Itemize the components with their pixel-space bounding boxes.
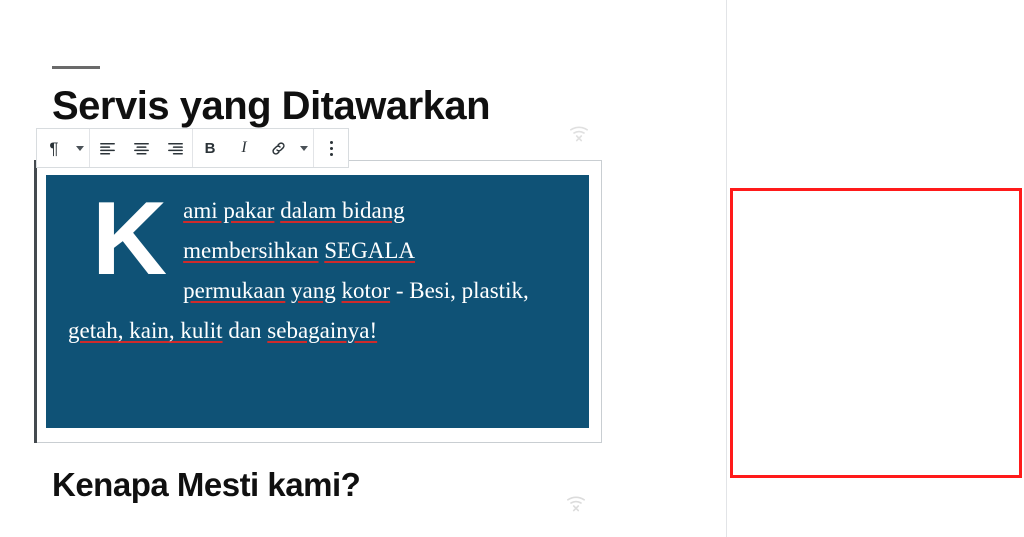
align-right-icon[interactable] — [158, 129, 192, 167]
block-text-seg-6: yang — [291, 278, 336, 304]
block-text-seg-10: dan — [228, 318, 262, 344]
italic-button[interactable]: I — [227, 129, 261, 167]
heading-divider-rule — [52, 66, 100, 69]
more-vertical-icon[interactable] — [314, 129, 348, 167]
chevron-down-icon[interactable] — [71, 129, 89, 167]
block-text-seg-11: sebagainya! — [267, 318, 378, 344]
block-text-seg-5: permukaan — [183, 278, 286, 304]
align-center-icon[interactable] — [124, 129, 158, 167]
block-text-seg-8: - Besi, plastik, — [395, 278, 529, 304]
toolbar-group-more — [314, 129, 348, 167]
block-text-seg-3: membersihkan — [183, 238, 319, 264]
block-format-toolbar[interactable]: ¶ B I — [36, 128, 349, 168]
block-text-seg-2: dalam bidang — [280, 198, 405, 223]
paragraph-block[interactable]: Kami pakar dalam bidang membersihkan SEG… — [46, 175, 589, 428]
wifi-off-icon-heading-2 — [565, 493, 587, 513]
pilcrow-icon[interactable]: ¶ — [37, 129, 71, 167]
section-heading[interactable]: Kenapa Mesti kami? — [52, 466, 361, 504]
block-selection-indicator — [34, 160, 37, 443]
drop-cap: K — [92, 181, 168, 297]
toolbar-group-block-type: ¶ — [37, 129, 90, 167]
align-left-icon[interactable] — [90, 129, 124, 167]
settings-sidebar: Document Block ✕ ¶ Paragraph Start with … — [726, 0, 1024, 537]
bold-button[interactable]: B — [193, 129, 227, 167]
chevron-down-icon-formats[interactable] — [295, 129, 313, 167]
block-text-seg-7: kotor — [341, 278, 391, 304]
wifi-off-icon-heading — [568, 123, 590, 143]
toolbar-group-inline-format: B I — [193, 129, 314, 167]
paragraph-block-text[interactable]: Kami pakar dalam bidang membersihkan SEG… — [68, 181, 567, 351]
page-title[interactable]: Servis yang Ditawarkan — [52, 84, 491, 129]
link-icon[interactable] — [261, 129, 295, 167]
block-text-seg-4: SEGALA — [324, 238, 415, 264]
toolbar-group-alignment — [90, 129, 193, 167]
block-text-seg-1: ami pakar — [183, 198, 275, 223]
post-editor-canvas[interactable]: Servis yang Ditawarkan ¶ B I K ami pakar… — [0, 0, 726, 537]
block-text-seg-9: getah, kain, kulit — [68, 318, 223, 344]
editor-screen: Servis yang Ditawarkan ¶ B I K ami pakar… — [0, 0, 1024, 537]
